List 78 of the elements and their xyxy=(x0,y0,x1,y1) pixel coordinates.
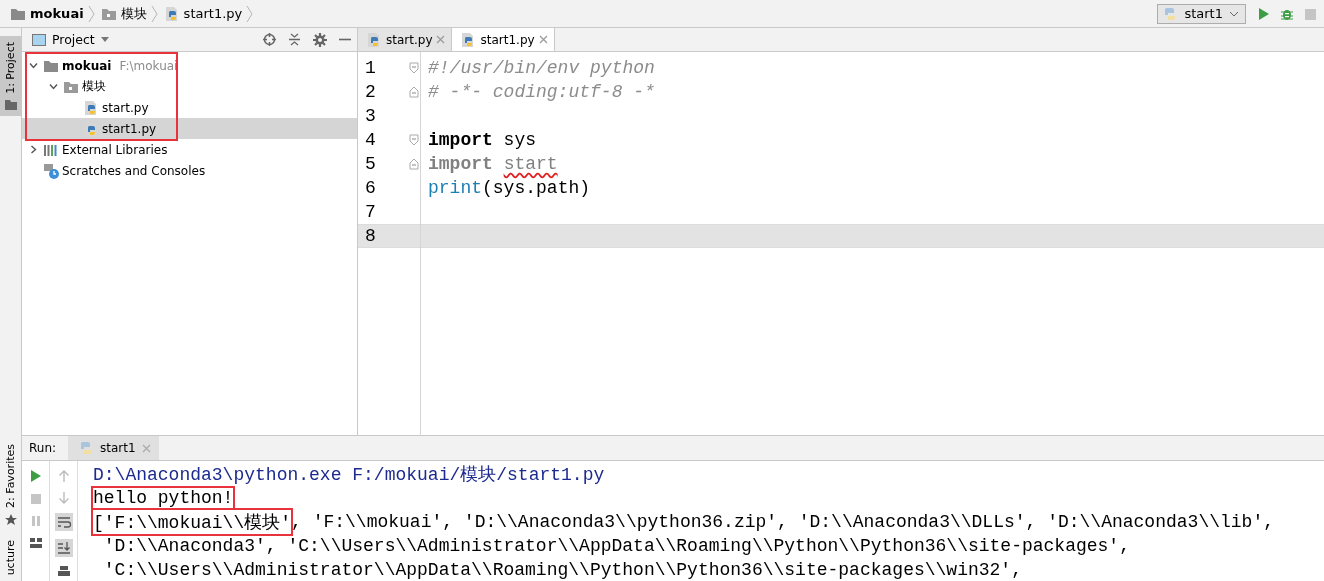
layout-icon[interactable] xyxy=(28,537,43,549)
console-output: 'C:\\Users\\Administrator\\AppData\\Roaming\\Python\\Python36\\site-packages\\win32', xyxy=(102,560,1022,580)
line-number: 2 xyxy=(364,82,377,102)
code-line: import sys xyxy=(427,130,537,150)
caret-icon[interactable] xyxy=(100,36,109,43)
code-line: import start xyxy=(427,154,558,174)
chevron-icon xyxy=(87,4,95,23)
pause-icon[interactable] xyxy=(29,515,42,527)
run-tab[interactable]: start1 xyxy=(68,436,159,460)
code-line: print(sys.path) xyxy=(427,178,591,198)
folder-icon xyxy=(10,6,26,21)
editor-tab[interactable]: start1.py xyxy=(452,28,555,51)
chevron-icon xyxy=(150,4,158,23)
scratches-icon xyxy=(43,162,59,179)
settings-icon[interactable] xyxy=(313,32,327,47)
run-icon[interactable] xyxy=(29,469,42,483)
panel-label: Run: xyxy=(28,440,58,457)
line-number: 7 xyxy=(364,202,377,222)
breadcrumb-item[interactable]: start1.py xyxy=(183,6,243,21)
collapse-icon[interactable] xyxy=(288,33,301,46)
editor-tab[interactable]: start.py xyxy=(358,28,453,51)
folder-icon xyxy=(4,99,17,110)
tree-item[interactable]: mokuai F:\mokuai xyxy=(22,55,357,76)
tool-window-tab[interactable]: ucture xyxy=(0,533,21,581)
python-file-icon xyxy=(163,5,180,22)
close-icon[interactable] xyxy=(538,35,548,44)
tree-item[interactable]: 模块 xyxy=(22,76,357,97)
chevron-down-icon[interactable] xyxy=(28,61,38,70)
breadcrumb-item[interactable]: 模块 xyxy=(120,4,147,23)
panel-icon xyxy=(32,33,46,46)
close-icon[interactable] xyxy=(141,443,151,453)
line-number: 3 xyxy=(364,106,377,126)
chevron-right-icon[interactable] xyxy=(28,145,38,154)
scroll-to-end-icon[interactable] xyxy=(54,539,73,557)
run-icon[interactable] xyxy=(1258,6,1270,21)
code-line: #!/usr/bin/env python xyxy=(427,58,655,78)
line-number: 5 xyxy=(364,154,377,174)
print-icon[interactable] xyxy=(56,565,71,577)
fold-marker-icon[interactable] xyxy=(409,158,419,170)
down-arrow-icon[interactable] xyxy=(57,491,70,505)
run-configuration-dropdown[interactable]: start1 xyxy=(1157,3,1246,24)
line-number: 6 xyxy=(364,178,377,198)
chevron-down-icon[interactable] xyxy=(48,82,58,91)
locate-icon[interactable] xyxy=(263,33,276,46)
line-number: 4 xyxy=(364,130,377,150)
soft-wrap-icon[interactable] xyxy=(54,513,73,531)
tree-item[interactable]: Scratches and Consoles xyxy=(22,160,357,181)
breadcrumb-item[interactable]: mokuai xyxy=(30,6,84,21)
stop-icon[interactable] xyxy=(29,493,42,505)
libraries-icon xyxy=(43,142,59,157)
caret-icon xyxy=(1229,9,1239,18)
tree-item[interactable]: External Libraries xyxy=(22,139,357,160)
close-icon[interactable] xyxy=(436,35,446,44)
fold-marker-icon[interactable] xyxy=(409,134,419,146)
up-arrow-icon[interactable] xyxy=(57,469,70,483)
tree-item[interactable]: start1.py xyxy=(22,118,357,139)
console-output: hello python! xyxy=(93,488,234,508)
fold-marker-icon[interactable] xyxy=(409,86,419,98)
tree-item[interactable]: start.py xyxy=(22,97,357,118)
tool-window-tab[interactable]: 1: Project xyxy=(0,36,21,116)
fold-marker-icon[interactable] xyxy=(409,62,419,74)
console-output: ['F:\\mokuai\\模块' xyxy=(93,510,292,534)
python-file-icon xyxy=(366,31,382,48)
panel-title[interactable]: Project xyxy=(52,32,95,47)
chevron-icon xyxy=(246,4,254,23)
console-output: , 'F:\\mokuai', 'D:\\Anaconda3\\python36.zip', 'D:\\Anaconda3\\DLLs', 'D:\\Anaconda3\\lib', xyxy=(291,512,1274,532)
package-folder-icon xyxy=(63,79,79,94)
line-number: 1 xyxy=(364,58,377,78)
console-output: 'D:\\Anaconda3', 'C:\\Users\\Administrator\\AppData\\Roaming\\Python\\Python36\\site-packages', xyxy=(102,536,1130,556)
project-path: F:\mokuai xyxy=(119,58,178,73)
line-number: 8 xyxy=(364,226,377,246)
python-file-icon xyxy=(83,99,99,116)
console-output: D:\Anaconda3\python.exe F:/mokuai/模块/start1.py xyxy=(93,464,605,486)
tool-window-tab[interactable]: 2: Favorites xyxy=(0,437,21,534)
code-line: # -*- coding:utf-8 -* xyxy=(427,82,655,102)
package-folder-icon xyxy=(100,6,117,21)
star-icon xyxy=(4,513,17,526)
folder-icon xyxy=(43,58,59,73)
